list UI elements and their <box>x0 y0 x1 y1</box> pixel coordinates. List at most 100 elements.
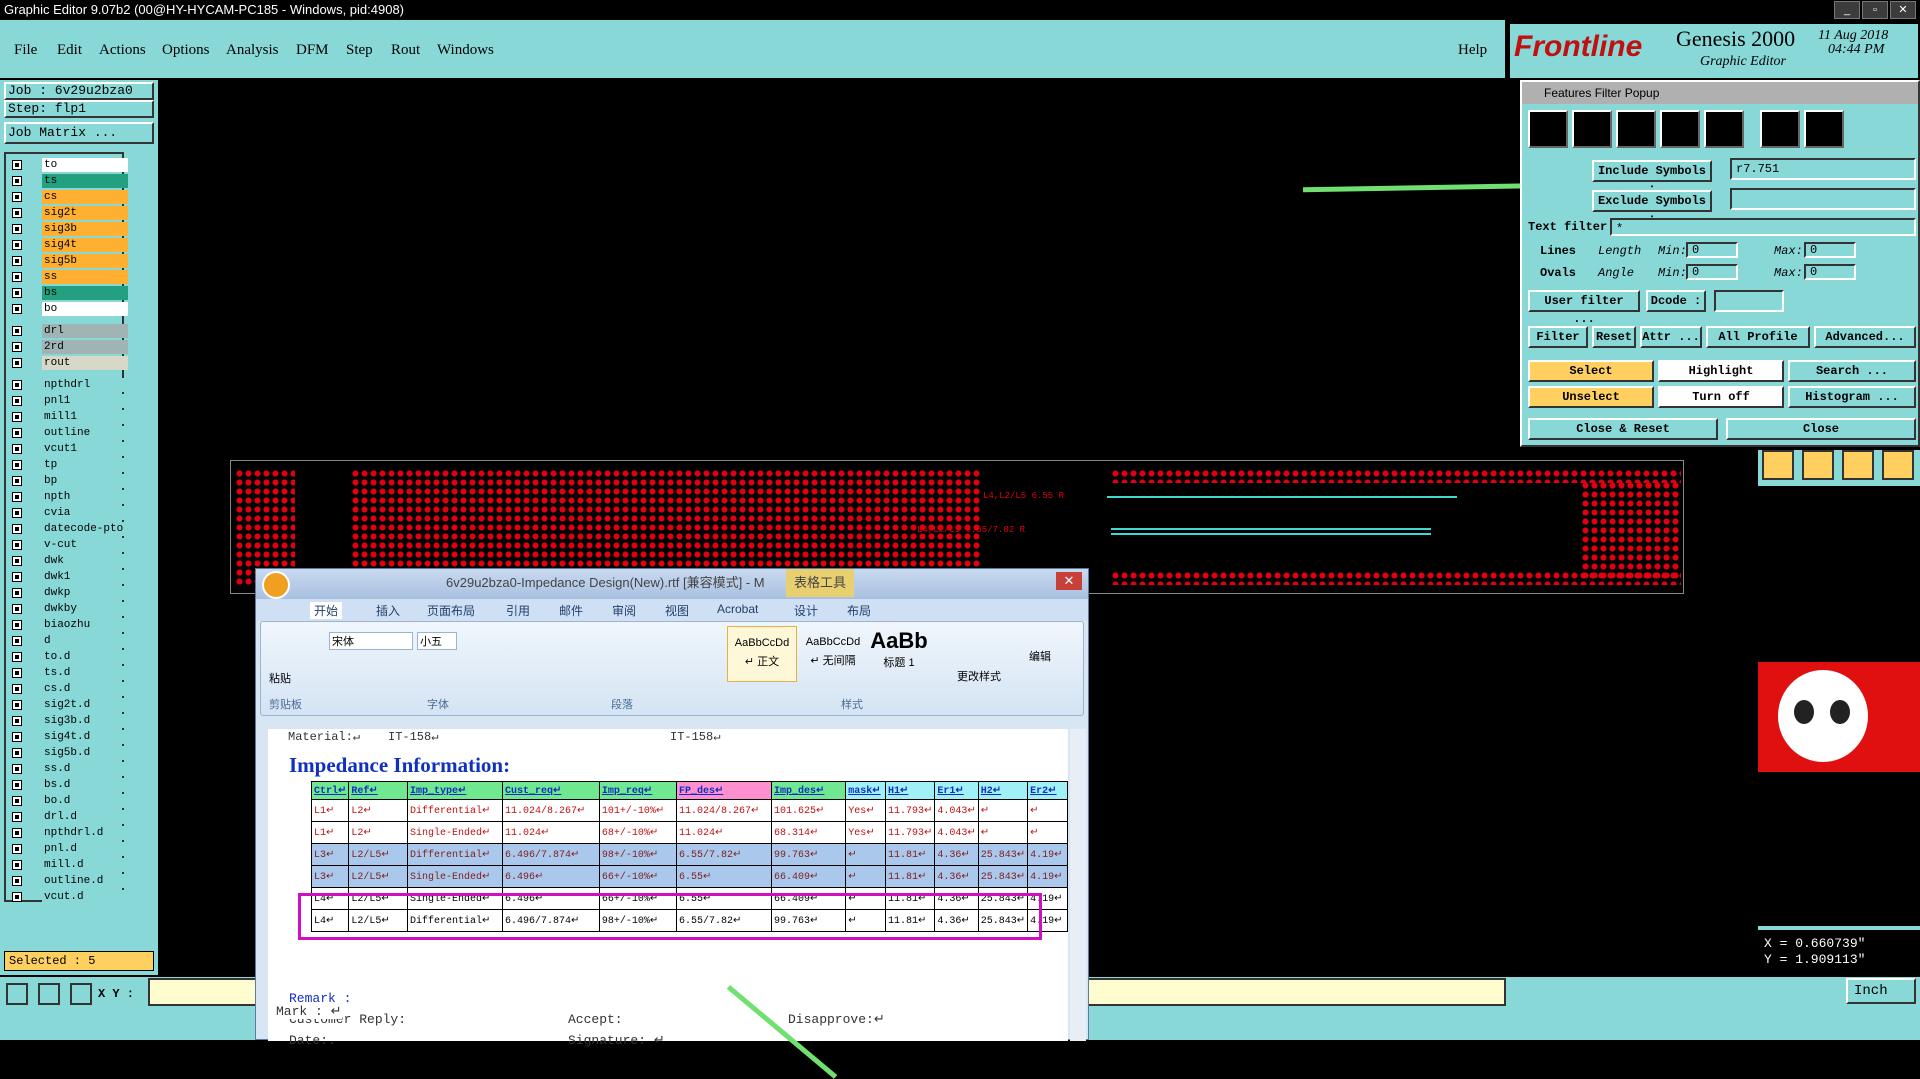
table-cell[interactable]: L1↵ <box>310 799 350 822</box>
angle-min-field[interactable]: 0 <box>1686 264 1738 280</box>
length-checkbox[interactable]: Length <box>1598 244 1641 258</box>
ovals-checkbox[interactable]: Ovals <box>1540 266 1576 280</box>
table-cell[interactable]: 6.496/7.874↵ <box>502 843 600 866</box>
layer-name[interactable]: npthdrl <box>42 378 128 392</box>
style-normal[interactable]: AaBbCcDd ↵ 正文 <box>727 626 797 682</box>
table-cell[interactable]: L1↵ <box>310 821 350 844</box>
table-cell[interactable]: L2↵ <box>348 799 408 822</box>
positive-icon[interactable] <box>1760 110 1800 148</box>
layer-checkbox[interactable] <box>12 828 22 838</box>
layer-checkbox[interactable] <box>12 508 22 518</box>
layer-row[interactable]: d <box>6 634 128 649</box>
layer-name[interactable]: cs <box>42 190 128 204</box>
table-cell[interactable]: L2↵ <box>348 821 408 844</box>
angle-checkbox[interactable]: Angle <box>1598 266 1634 280</box>
layer-name[interactable]: sig5b.d <box>42 746 128 760</box>
measure-icon[interactable] <box>38 983 60 1005</box>
tab-design[interactable]: 设计 <box>794 602 818 619</box>
change-styles-button[interactable]: 更改样式 <box>957 668 1001 684</box>
layer-checkbox[interactable] <box>12 460 22 470</box>
layer-checkbox[interactable] <box>12 342 22 352</box>
restore-button[interactable]: ▫ <box>1862 1 1888 19</box>
layer-checkbox[interactable] <box>12 572 22 582</box>
tab-insert[interactable]: 插入 <box>376 602 400 619</box>
layer-name[interactable]: rout <box>42 356 128 370</box>
layer-row[interactable]: v-cut <box>6 538 128 553</box>
layer-name[interactable]: drl <box>42 324 128 338</box>
layer-name[interactable]: mill.d <box>42 858 128 872</box>
layer-row[interactable]: dwk <box>6 554 128 569</box>
layer-checkbox[interactable] <box>12 288 22 298</box>
layer-row[interactable]: bs.d <box>6 778 128 793</box>
layer-checkbox[interactable] <box>12 732 22 742</box>
tab-view[interactable]: 视图 <box>665 602 689 619</box>
layer-row[interactable]: npth <box>6 490 128 505</box>
pointer-icon[interactable] <box>1762 450 1794 480</box>
layer-row[interactable]: biaozhu <box>6 618 128 633</box>
layer-row[interactable]: pnl1 <box>6 394 128 409</box>
layer-checkbox[interactable] <box>12 892 22 902</box>
layer-name[interactable]: vcut.d <box>42 890 128 904</box>
layer-row[interactable]: dwk1 <box>6 570 128 585</box>
layer-name[interactable]: cs.d <box>42 682 128 696</box>
route-icon[interactable] <box>1882 450 1914 480</box>
layer-name[interactable]: npthdrl.d <box>42 826 128 840</box>
table-cell[interactable]: 4.36↵ <box>934 865 979 888</box>
layer-checkbox[interactable] <box>12 556 22 566</box>
layer-checkbox[interactable] <box>12 524 22 534</box>
layer-checkbox[interactable] <box>12 748 22 758</box>
search-button[interactable]: Search ... <box>1788 360 1916 382</box>
table-cell[interactable]: 101+/-10%↵ <box>598 799 677 822</box>
layer-name[interactable]: bo <box>42 302 128 316</box>
layer-name[interactable]: cvia <box>42 506 128 520</box>
layer-name[interactable]: 2rd <box>42 340 128 354</box>
layer-row[interactable]: sig4t <box>6 238 128 253</box>
layer-checkbox[interactable] <box>12 380 22 390</box>
layer-row[interactable]: outline.d <box>6 874 128 889</box>
layer-row[interactable]: sig3b <box>6 222 128 237</box>
histogram-button[interactable]: Histogram ... <box>1788 386 1916 408</box>
layer-name[interactable]: d <box>42 634 128 648</box>
angle-max-field[interactable]: 0 <box>1804 264 1856 280</box>
layer-name[interactable]: sig4t <box>42 238 128 252</box>
layer-row[interactable]: outline <box>6 426 128 441</box>
layer-name[interactable]: dwkp <box>42 586 128 600</box>
table-cell[interactable]: 11.793↵ <box>884 821 936 844</box>
table-cell[interactable]: 11.024/8.267↵ <box>675 799 773 822</box>
table-cell[interactable]: 98+/-10%↵ <box>598 843 677 866</box>
attr-button[interactable]: Attr ... <box>1640 326 1702 348</box>
table-cell[interactable]: Yes↵ <box>845 821 886 844</box>
table-cell[interactable]: Single-Ended↵ <box>406 865 504 888</box>
table-cell[interactable]: ↵ <box>1027 799 1068 822</box>
layer-row[interactable]: datecode-pto <box>6 522 128 537</box>
layer-row[interactable]: to <box>6 158 128 173</box>
layer-checkbox[interactable] <box>12 588 22 598</box>
edit-pointer-icon[interactable] <box>1842 450 1874 480</box>
layer-name[interactable]: ss <box>42 270 128 284</box>
layer-row[interactable]: sig4t.d <box>6 730 128 745</box>
layer-checkbox[interactable] <box>12 240 22 250</box>
layer-row[interactable]: bs <box>6 286 128 301</box>
text-filter-field[interactable]: * <box>1610 218 1916 236</box>
layer-name[interactable]: datecode-pto <box>42 522 128 536</box>
tab-acrobat[interactable]: Acrobat <box>717 602 758 616</box>
layer-name[interactable]: sig5b <box>42 254 128 268</box>
layer-name[interactable]: pnl1 <box>42 394 128 408</box>
font-size-select[interactable]: 小五 <box>417 632 457 650</box>
layer-row[interactable]: cs.d <box>6 682 128 697</box>
layer-checkbox[interactable] <box>12 812 22 822</box>
table-cell[interactable]: 4.043↵ <box>934 799 979 822</box>
include-symbols-button[interactable]: Include Symbols : <box>1592 160 1712 196</box>
layer-row[interactable]: cvia <box>6 506 128 521</box>
table-cell[interactable]: 4.043↵ <box>934 821 979 844</box>
menu-analysis[interactable]: Analysis <box>226 42 279 59</box>
layer-checkbox[interactable] <box>12 256 22 266</box>
layer-row[interactable]: rout <box>6 356 128 371</box>
layer-row[interactable]: dwkby <box>6 602 128 617</box>
table-cell[interactable]: 99.763↵ <box>771 843 847 866</box>
layer-row[interactable]: mill1 <box>6 410 128 425</box>
tab-mailings[interactable]: 邮件 <box>559 602 583 619</box>
tab-review[interactable]: 审阅 <box>612 602 636 619</box>
dcode-field[interactable] <box>1714 290 1784 312</box>
layer-name[interactable]: ss.d <box>42 762 128 776</box>
